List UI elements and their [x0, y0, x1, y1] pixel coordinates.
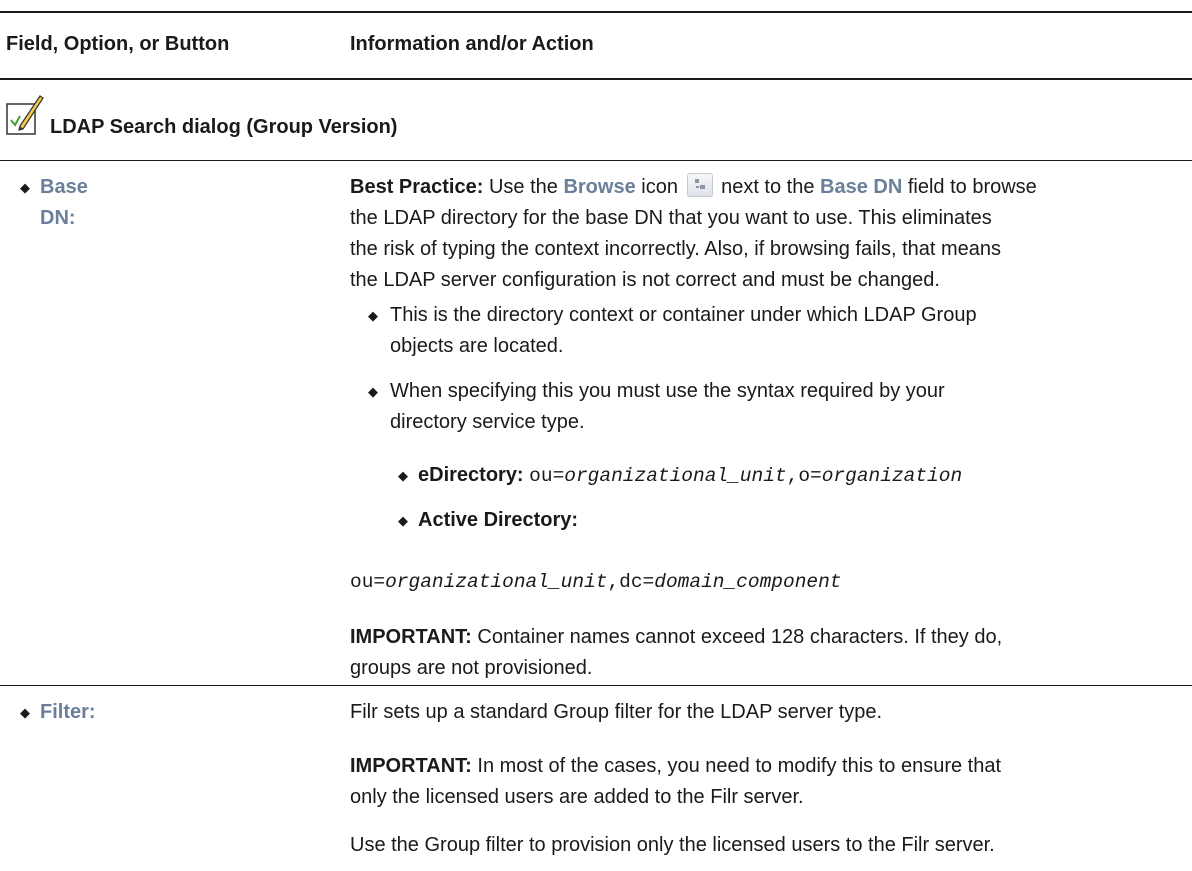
important-text: In most of the cases, you need to modify…: [471, 755, 1002, 777]
best-practice-line-3: the risk of typing the context incorrect…: [350, 238, 1002, 260]
bp-text: icon: [635, 176, 684, 198]
column-header-info: Information and/or Action: [350, 33, 594, 55]
filter-usage: Use the Group filter to provision only t…: [350, 830, 1190, 861]
bp-text: Use the: [483, 176, 564, 198]
edirectory-label: eDirectory:: [418, 464, 524, 486]
best-practice-label: Best Practice:: [350, 176, 484, 198]
base-dn-description: Best Practice: Use the Browse icon next …: [350, 172, 1180, 296]
checklist-pencil-icon: [6, 95, 44, 135]
best-practice-line-1: Best Practice: Use the Browse icon next …: [350, 172, 1180, 203]
list-item-text: This is the directory context or contain…: [390, 304, 977, 326]
filter-important: IMPORTANT: In most of the cases, you nee…: [350, 751, 1180, 813]
best-practice-line-2: the LDAP directory for the base DN that …: [350, 207, 992, 229]
best-practice-line-4: the LDAP server configuration is not cor…: [350, 269, 940, 291]
row-divider: [0, 685, 1192, 686]
bullet-icon: ◆: [20, 180, 30, 195]
active-directory-item: ◆ Active Directory:: [398, 505, 1188, 536]
edirectory-syntax-item: ◆ eDirectory: ou=organizational_unit,o=o…: [398, 460, 1188, 492]
base-dn-important: IMPORTANT: Container names cannot exceed…: [350, 622, 1180, 684]
bullet-icon: ◆: [20, 705, 30, 720]
base-dn-term: Base DN: [820, 176, 903, 198]
bullet-icon: ◆: [368, 308, 378, 323]
filter-text: Use the Group filter to provision only t…: [350, 834, 995, 856]
browse-term: Browse: [563, 176, 636, 198]
bp-text: next to the: [715, 176, 821, 198]
list-item-text: objects are located.: [390, 335, 564, 357]
edirectory-syntax: ou=organizational_unit,o=organization: [529, 465, 963, 487]
section-rule: [0, 160, 1192, 161]
important-label: IMPORTANT:: [350, 626, 472, 648]
column-header-field: Field, Option, or Button: [6, 33, 230, 55]
bullet-icon: ◆: [398, 513, 408, 528]
table-header-rule: [0, 78, 1192, 80]
base-dn-list-item-2: ◆ When specifying this you must use the …: [368, 376, 1178, 438]
filter-description: Filr sets up a standard Group filter for…: [350, 697, 1180, 728]
bullet-icon: ◆: [368, 384, 378, 399]
active-directory-syntax: ou=organizational_unit,dc=domain_compone…: [350, 571, 842, 593]
list-item-text: directory service type.: [390, 411, 585, 433]
browse-icon: [686, 173, 713, 197]
important-text: Container names cannot exceed 128 charac…: [471, 626, 1003, 648]
bullet-icon: ◆: [398, 468, 408, 483]
base-dn-label: Base DN:: [40, 176, 88, 229]
list-item-text: When specifying this you must use the sy…: [390, 380, 945, 402]
important-text: groups are not provisioned.: [350, 657, 593, 679]
bp-text: field to browse: [902, 176, 1037, 198]
table-top-rule: [0, 11, 1192, 13]
important-label: IMPORTANT:: [350, 755, 472, 777]
section-title: LDAP Search dialog (Group Version): [50, 116, 398, 138]
active-directory-label: Active Directory:: [418, 509, 579, 531]
filter-label: Filter:: [40, 701, 96, 723]
important-text: only the licensed users are added to the…: [350, 786, 804, 808]
base-dn-list-item-1: ◆ This is the directory context or conta…: [368, 300, 1178, 362]
filter-text: Filr sets up a standard Group filter for…: [350, 701, 883, 723]
